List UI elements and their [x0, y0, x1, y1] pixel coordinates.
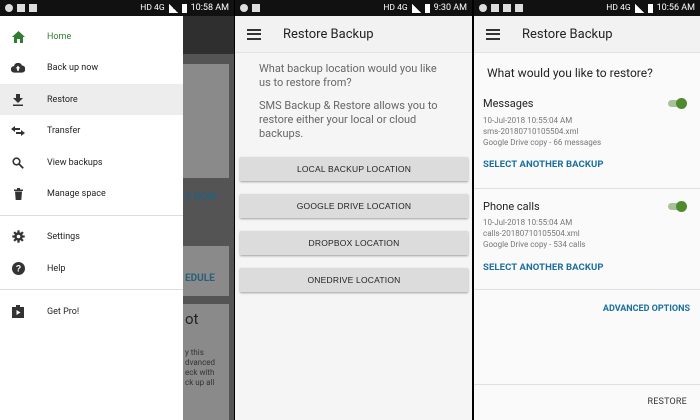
download-icon: [11, 93, 25, 107]
restore-button[interactable]: RESTORE: [647, 397, 687, 407]
image-notification-icon: [252, 4, 260, 12]
background-desc-4: ck up all: [185, 378, 215, 387]
footer-divider: [474, 384, 700, 385]
background-desc-2: dvanced: [185, 358, 216, 367]
menu-icon[interactable]: [486, 28, 500, 40]
help-icon: ?: [11, 262, 25, 276]
cloud-upload-icon: [11, 61, 25, 75]
download-notification-icon: [515, 4, 523, 12]
messages-file: sms-20180710105504.xml: [483, 127, 579, 136]
menu-icon[interactable]: [247, 28, 261, 40]
navigation-drawer: Home Back up now Restore Transfer View b…: [0, 16, 183, 420]
messages-title: Messages: [483, 97, 534, 110]
page-title: Restore Backup: [522, 26, 613, 42]
drawer-item-backup-now[interactable]: Back up now: [0, 52, 183, 83]
restore-question: What would you like to restore?: [487, 66, 653, 80]
status-time: 9:30 AM: [433, 3, 467, 13]
restore-location-screen: HD 4G 9:30 AM Restore Backup What backup…: [235, 0, 472, 420]
signal-icon: [168, 3, 178, 13]
messages-source: Google Drive copy - 66 messages: [483, 138, 602, 147]
drawer-item-restore[interactable]: Restore: [0, 84, 183, 115]
messages-date: 10-Jul-2018 10:55:04 AM: [483, 116, 573, 125]
status-bar: HD 4G 9:30 AM: [235, 0, 472, 16]
battery-icon: [424, 3, 430, 13]
background-card: [183, 246, 229, 296]
warning-icon: [503, 4, 511, 12]
background-desc-1: y this: [185, 348, 204, 357]
image-notification-icon: [491, 4, 499, 12]
drawer-screen: HD 4G 10:58 AM P NOW EDULE ot y this dva…: [0, 0, 234, 420]
drawer-item-transfer[interactable]: Transfer: [0, 115, 183, 146]
notification-icon: [5, 4, 13, 12]
app-bar: Restore Backup: [235, 16, 472, 53]
search-icon: [11, 156, 25, 170]
trash-icon: [11, 187, 25, 201]
drawer-divider: [0, 215, 183, 216]
drawer-item-label: Get Pro!: [47, 306, 80, 317]
signal-icon: [411, 3, 421, 13]
background-card: [183, 64, 229, 178]
drawer-item-help[interactable]: ? Help: [0, 253, 183, 284]
background-backup-now: P NOW: [185, 192, 217, 203]
messages-select-another-backup[interactable]: SELECT ANOTHER BACKUP: [483, 159, 604, 170]
image-notification-icon: [17, 4, 25, 12]
status-time: 10:56 AM: [656, 3, 695, 13]
drawer-item-label: Transfer: [47, 125, 81, 136]
section-divider: [474, 188, 700, 189]
calls-toggle[interactable]: [668, 201, 688, 212]
app-bar: Restore Backup: [474, 16, 700, 53]
transfer-icon: [11, 124, 25, 138]
advanced-options-button[interactable]: ADVANCED OPTIONS: [603, 304, 690, 314]
restore-selection-screen: HD 4G 10:56 AM Restore Backup What would…: [474, 0, 700, 420]
background-appbar: [183, 16, 234, 54]
drawer-item-label: Restore: [47, 94, 78, 105]
drawer-divider: [0, 289, 183, 290]
calls-date: 10-Jul-2018 10:55:04 AM: [483, 218, 573, 227]
background-app: P NOW EDULE ot y this dvanced eck with c…: [183, 16, 234, 420]
drawer-item-home[interactable]: Home: [0, 21, 183, 52]
drawer-item-label: Settings: [47, 231, 80, 242]
calls-title: Phone calls: [483, 200, 540, 213]
background-title: ot: [185, 310, 199, 328]
network-label: HD 4G: [140, 3, 165, 13]
background-desc-3: eck with: [185, 368, 215, 377]
battery-icon: [181, 3, 187, 13]
status-time: 10:58 AM: [190, 3, 229, 13]
onedrive-location-button[interactable]: ONEDRIVE LOCATION: [240, 268, 468, 292]
drawer-item-label: Manage space: [47, 188, 106, 199]
location-question: What backup location would you like us t…: [259, 62, 437, 89]
svg-text:?: ?: [15, 264, 21, 274]
play-store-icon: [11, 305, 25, 319]
section-divider: [474, 289, 700, 290]
drawer-item-label: Back up now: [47, 62, 99, 73]
notification-icon: [240, 4, 248, 12]
gear-icon: [11, 230, 25, 244]
location-description: SMS Backup & Restore allows you to resto…: [259, 99, 438, 140]
page-title: Restore Backup: [283, 26, 374, 42]
drawer-item-label: Home: [47, 31, 72, 42]
calls-select-another-backup[interactable]: SELECT ANOTHER BACKUP: [483, 262, 604, 273]
calls-file: calls-20180710105504.xml: [483, 229, 580, 238]
google-drive-location-button[interactable]: GOOGLE DRIVE LOCATION: [240, 194, 468, 218]
drawer-item-manage-space[interactable]: Manage space: [0, 178, 183, 209]
calls-source: Google Drive copy - 534 calls: [483, 240, 586, 249]
drawer-item-label: Help: [47, 263, 66, 274]
drawer-item-label: View backups: [47, 157, 103, 168]
status-bar: HD 4G 10:56 AM: [474, 0, 700, 16]
messages-toggle[interactable]: [668, 98, 688, 109]
battery-icon: [647, 3, 653, 13]
home-icon: [11, 30, 25, 44]
network-label: HD 4G: [383, 3, 408, 13]
status-bar: HD 4G 10:58 AM: [0, 0, 234, 16]
notification-icon: [479, 4, 487, 12]
dropbox-location-button[interactable]: DROPBOX LOCATION: [240, 231, 468, 255]
background-schedule: EDULE: [185, 273, 215, 284]
local-backup-location-button[interactable]: LOCAL BACKUP LOCATION: [240, 157, 468, 181]
drawer-item-view-backups[interactable]: View backups: [0, 147, 183, 178]
drawer-item-get-pro[interactable]: Get Pro!: [0, 296, 183, 327]
signal-icon: [634, 3, 644, 13]
drawer-item-settings[interactable]: Settings: [0, 221, 183, 252]
download-notification-icon: [29, 4, 37, 12]
network-label: HD 4G: [606, 3, 631, 13]
